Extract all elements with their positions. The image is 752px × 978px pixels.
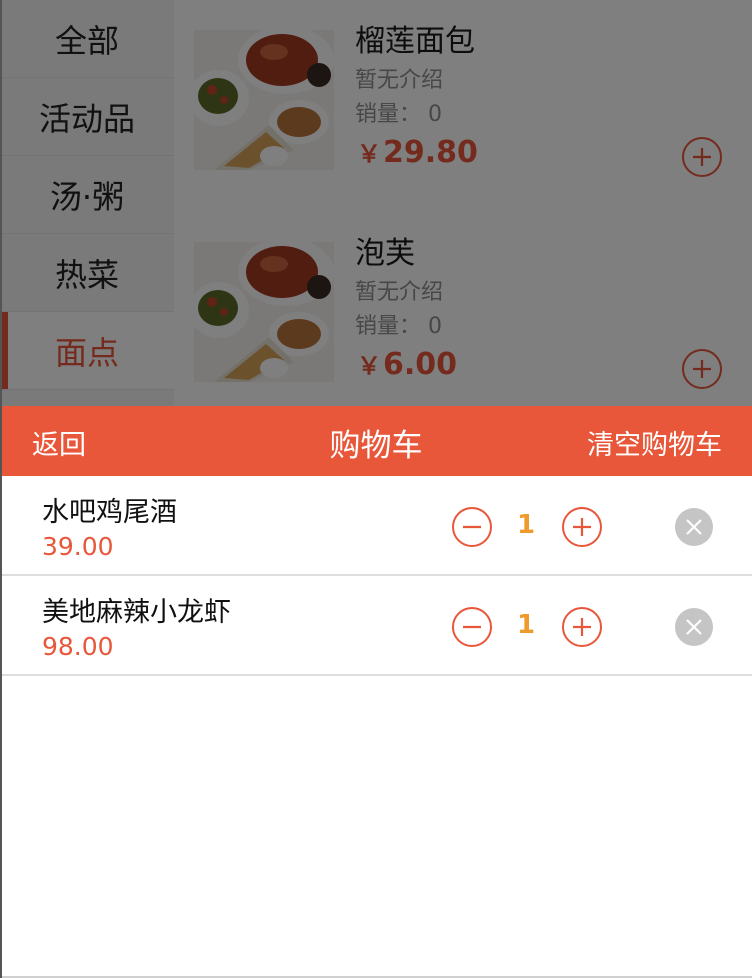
- minus-circle-icon: [463, 625, 481, 629]
- cart-item-name: 水吧鸡尾酒: [42, 497, 177, 528]
- modal-overlay[interactable]: [0, 0, 752, 406]
- increase-quantity-button[interactable]: [562, 607, 602, 647]
- cart-item-name: 美地麻辣小龙虾: [42, 597, 231, 628]
- plus-circle-icon: [573, 618, 591, 636]
- cart-item: 美地麻辣小龙虾 98.00 1: [0, 576, 752, 676]
- quantity-value: 1: [516, 610, 536, 640]
- remove-item-button[interactable]: [675, 508, 713, 546]
- increase-quantity-button[interactable]: [562, 507, 602, 547]
- cart-item-price: 39.00: [42, 532, 114, 561]
- cart-header: 返回 购物车 清空购物车: [0, 406, 752, 476]
- left-edge-line: [0, 0, 2, 978]
- decrease-quantity-button[interactable]: [452, 507, 492, 547]
- close-circle-icon: [686, 619, 702, 635]
- remove-item-button[interactable]: [675, 608, 713, 646]
- cart-item: 水吧鸡尾酒 39.00 1: [0, 476, 752, 576]
- cart-item-price: 98.00: [42, 632, 114, 661]
- plus-circle-icon: [573, 518, 591, 536]
- minus-circle-icon: [463, 525, 481, 529]
- close-circle-icon: [686, 519, 702, 535]
- cart-list: 水吧鸡尾酒 39.00 1 美地麻辣小龙虾 98.00 1: [0, 476, 752, 676]
- decrease-quantity-button[interactable]: [452, 607, 492, 647]
- clear-cart-button[interactable]: 清空购物车: [587, 406, 722, 486]
- cart-panel: 返回 购物车 清空购物车 水吧鸡尾酒 39.00 1 美地麻辣小龙虾 98.00: [0, 406, 752, 978]
- quantity-value: 1: [516, 510, 536, 540]
